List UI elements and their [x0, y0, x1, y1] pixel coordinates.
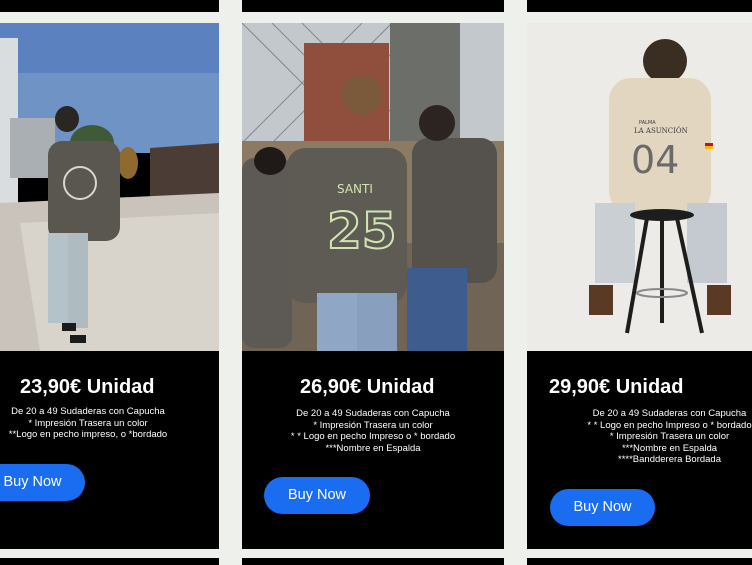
description-line: De 20 a 49 Sudaderas con Capucha: [296, 408, 450, 419]
price-label: 23,90€ Unidad: [20, 376, 155, 398]
back-print-small: PALMA: [639, 120, 656, 126]
product-photo: SANTI 25: [242, 23, 504, 351]
back-print-name: LA ASUNCIÓN: [634, 126, 688, 135]
product-description: De 20 a 49 Sudaderas con Capucha * Impre…: [242, 408, 504, 454]
card-above-edge: [527, 0, 752, 12]
description-line: De 20 a 49 Sudaderas con Capucha: [592, 408, 747, 419]
card-below-edge: [0, 558, 219, 565]
card-above-edge: [242, 0, 504, 12]
card-below-edge: [242, 558, 504, 565]
description-line: * * Logo en pecho Impreso o * bordado: [290, 431, 456, 442]
description-line: ***Nombre en Espalda: [621, 442, 718, 454]
product-description: De 20 a 49 Sudaderas con Capucha * * Log…: [557, 408, 752, 466]
product-description: De 20 a 49 Sudaderas con Capucha * Impre…: [0, 406, 176, 441]
product-card-1: 23,90€ Unidad De 20 a 49 Sudaderas con C…: [0, 23, 219, 549]
description-line: * Impresión Trasera un color: [609, 431, 730, 442]
product-photo: [0, 23, 219, 351]
buy-now-button[interactable]: Buy Now: [0, 464, 85, 501]
card-above-edge: [0, 0, 219, 12]
description-line: De 20 a 49 Sudaderas con Capucha: [11, 406, 165, 417]
back-print-name: SANTI: [337, 182, 373, 196]
back-print-number: 04: [631, 138, 679, 182]
description-line: **Logo en pecho impreso, o *bordado: [8, 429, 168, 440]
back-print-number: 25: [327, 202, 397, 260]
description-line: ****Bandderera Bordada: [618, 454, 721, 465]
description-line: ***Nombre en Espalda: [325, 442, 421, 454]
product-card-3: PALMA LA ASUNCIÓN 04 29,90€ Unidad De 20…: [527, 23, 752, 549]
description-line: * * Logo en pecho Impreso o * bordado: [587, 419, 752, 431]
description-line: * Impresión Trasera un color: [313, 419, 433, 431]
product-card-2: SANTI 25 26,90€ Unidad De 20 a 49 Sudade…: [242, 23, 504, 549]
product-photo: PALMA LA ASUNCIÓN 04: [527, 23, 752, 351]
price-label: 26,90€ Unidad: [300, 376, 435, 398]
price-label: 29,90€ Unidad: [549, 376, 684, 398]
buy-now-button[interactable]: Buy Now: [550, 489, 655, 526]
card-below-edge: [527, 558, 752, 565]
description-line: * Impresión Trasera un color: [28, 417, 148, 429]
buy-now-button[interactable]: Buy Now: [264, 477, 370, 514]
